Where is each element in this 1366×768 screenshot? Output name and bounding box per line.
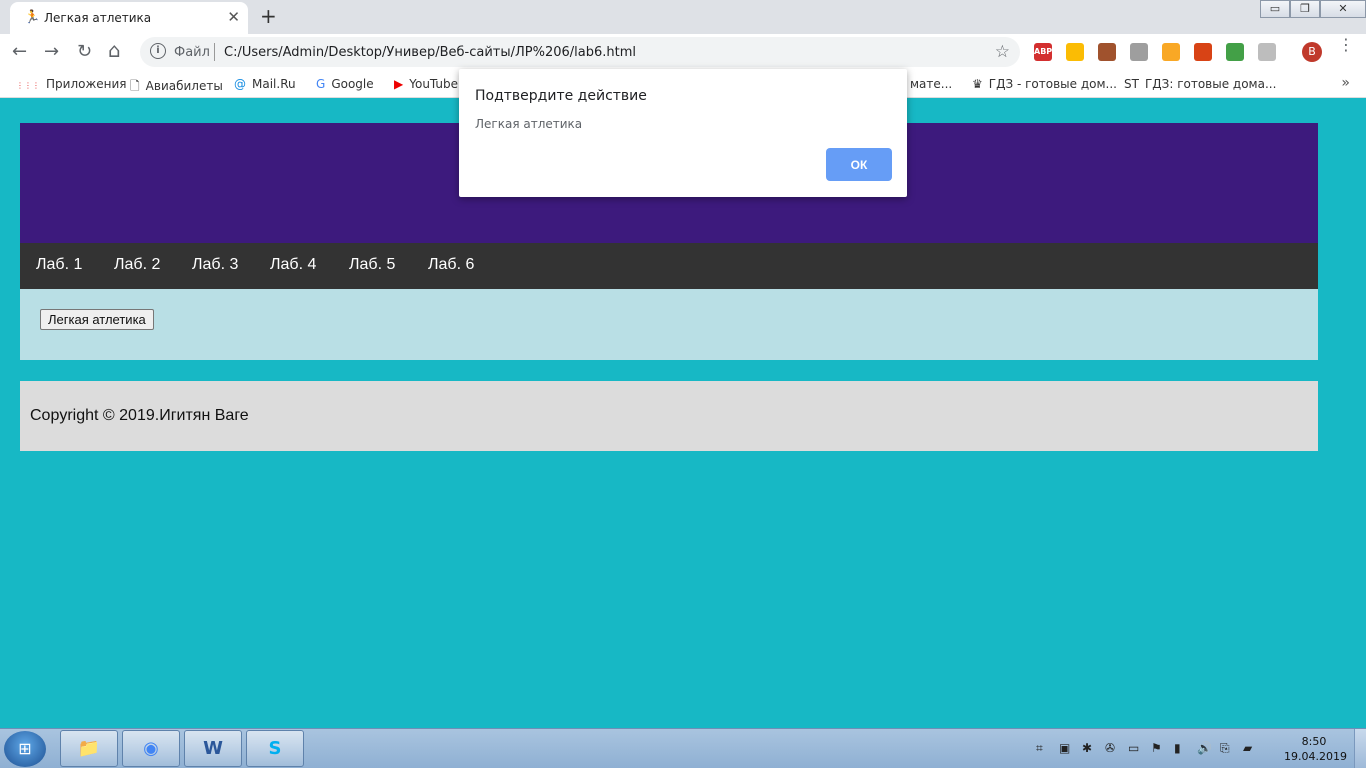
bookmark-apps[interactable]: ⋮⋮⋮ Приложения	[16, 77, 127, 91]
skype-icon[interactable]: S	[246, 730, 304, 767]
ok-button[interactable]: ОК	[826, 148, 892, 181]
bookmark-label: ГДЗ: готовые дома...	[1144, 77, 1277, 91]
page-footer: Copyright © 2019.Игитян Ваге	[20, 381, 1318, 451]
bookmark-label: Приложения	[46, 77, 127, 91]
word-icon[interactable]: W	[184, 730, 242, 767]
tray-icon-8[interactable]: 🔊	[1197, 741, 1212, 755]
tray-icon-4[interactable]: ✇	[1105, 741, 1115, 755]
tray-icon-2[interactable]: ▣	[1059, 741, 1070, 755]
browser-tab[interactable]: 🏃 Легкая атлетика ✕	[10, 2, 248, 34]
tab-strip: 🏃 Легкая атлетика ✕ + ▭ ❐ ✕	[0, 0, 1366, 34]
nav-link-lab-5[interactable]: Лаб. 5	[349, 256, 395, 274]
page-content: Легкая атлетика	[20, 289, 1318, 360]
bookmark-label: Авиабилеты	[145, 79, 223, 93]
bookmark-google[interactable]: G Google	[316, 77, 374, 91]
bookmark-ext-icon[interactable]	[1162, 43, 1180, 61]
tray-icon-3[interactable]: ✱	[1082, 741, 1092, 755]
back-button[interactable]: ←	[12, 41, 27, 62]
gdz2-icon: ST	[1124, 77, 1139, 91]
menu-icon[interactable]: ⋮	[1338, 37, 1354, 53]
nav-link-lab-1[interactable]: Лаб. 1	[36, 256, 82, 274]
runner-icon: 🏃	[24, 10, 41, 25]
aviabilety-icon: 🗋	[130, 79, 140, 93]
bookmark-youtube[interactable]: ▶ YouTube	[394, 77, 458, 91]
nav-link-lab-4[interactable]: Лаб. 4	[270, 256, 316, 274]
bookmark-mailru[interactable]: @ Mail.Ru	[234, 77, 296, 91]
browser-toolbar: ← → ↻ ⌂ i Файл C:/Users/Admin/Desktop/Ун…	[0, 34, 1366, 70]
page-navbar: Лаб. 1 Лаб. 2 Лаб. 3 Лаб. 4 Лаб. 5 Лаб. 6	[20, 243, 1318, 289]
bookmark-label: Mail.Ru	[252, 77, 296, 91]
abp-icon[interactable]: ABP	[1034, 43, 1052, 61]
apps-icon: ⋮⋮⋮	[16, 81, 40, 90]
chrome-icon[interactable]: ◉	[122, 730, 180, 767]
bookmarks-overflow-icon[interactable]: »	[1341, 75, 1350, 91]
confirm-dialog: Подтвердите действие Легкая атлетика ОК	[459, 69, 907, 197]
nav-link-lab-6[interactable]: Лаб. 6	[428, 256, 474, 274]
minimize-button[interactable]: ▭	[1260, 0, 1290, 18]
bookmark-star-icon[interactable]: ☆	[995, 42, 1010, 62]
address-bar[interactable]: i Файл C:/Users/Admin/Desktop/Универ/Веб…	[140, 37, 1020, 67]
dialog-message: Легкая атлетика	[475, 117, 583, 131]
clock-date: 19.04.2019	[1284, 750, 1347, 763]
window-controls: ▭ ❐ ✕	[1260, 0, 1366, 18]
home-button[interactable]: ⌂	[108, 38, 121, 62]
dialog-title: Подтвердите действие	[475, 88, 647, 104]
google-icon: G	[316, 77, 326, 91]
bookmark-gdz2[interactable]: ST ГДЗ: готовые дома...	[1124, 77, 1276, 91]
show-desktop-button[interactable]	[1354, 729, 1366, 768]
omnibox-divider	[214, 43, 215, 61]
bookmark-label: мате...	[910, 77, 953, 91]
bookmark-gdz1[interactable]: ♛ ГДЗ - готовые дом...	[972, 77, 1117, 91]
bookmark-label: YouTube	[409, 77, 459, 91]
forward-button[interactable]: →	[44, 41, 59, 62]
start-button[interactable]: ⊞	[4, 731, 46, 767]
tray-icon-10[interactable]: ▰	[1243, 741, 1252, 755]
copyright-text: Copyright © 2019.Игитян Ваге	[30, 407, 249, 424]
tray-icon-6[interactable]: ⚑	[1151, 741, 1162, 755]
bookmark-aviabilety[interactable]: 🗋 Авиабилеты	[130, 77, 223, 98]
pinwheel-icon[interactable]	[1226, 43, 1244, 61]
bookmark-mate[interactable]: мате...	[910, 77, 952, 91]
close-icon[interactable]: ✕	[227, 8, 240, 26]
tab-title: Легкая атлетика	[44, 11, 152, 25]
youtube-icon: ▶	[394, 77, 404, 91]
nav-link-lab-2[interactable]: Лаб. 2	[114, 256, 160, 274]
tray-icon-1[interactable]: ⌗	[1036, 741, 1043, 756]
window-close-button[interactable]: ✕	[1320, 0, 1366, 18]
file-scheme-label: Файл	[174, 45, 210, 60]
reload-button[interactable]: ↻	[77, 41, 92, 62]
puzzle-icon[interactable]	[1258, 43, 1276, 61]
office-icon[interactable]	[1194, 43, 1212, 61]
pdf-icon[interactable]	[1098, 43, 1116, 61]
bookmark-label: ГДЗ - готовые дом...	[988, 77, 1117, 91]
url-text[interactable]: C:/Users/Admin/Desktop/Универ/Веб-сайты/…	[224, 45, 636, 60]
info-icon[interactable]: i	[150, 43, 166, 59]
restore-button[interactable]: ❐	[1290, 0, 1320, 18]
clock[interactable]: 8:50 19.04.2019	[1284, 734, 1347, 764]
athletics-button[interactable]: Легкая атлетика	[40, 309, 154, 330]
mailru-icon: @	[234, 77, 246, 91]
clock-time: 8:50	[1301, 735, 1327, 748]
windows-taskbar: ⊞ 📁 ◉ W S ⌗ ▣ ✱ ✇ ▭ ⚑ ▮ 🔊 ⎘ ▰ 8:50 19.04.2019	[0, 728, 1366, 768]
tray-icon-5[interactable]: ▭	[1128, 741, 1139, 755]
profile-avatar[interactable]: В	[1302, 42, 1322, 62]
nav-link-lab-3[interactable]: Лаб. 3	[192, 256, 238, 274]
bookmark-label: Google	[331, 77, 374, 91]
tray-icon-7[interactable]: ▮	[1174, 741, 1181, 755]
gdz1-icon: ♛	[972, 77, 983, 91]
tray-icon-9[interactable]: ⎘	[1220, 741, 1230, 756]
explorer-icon[interactable]: 📁	[60, 730, 118, 767]
new-tab-button[interactable]: +	[260, 4, 277, 28]
gear-extension-icon[interactable]	[1130, 43, 1148, 61]
speed-dial-icon[interactable]	[1066, 43, 1084, 61]
